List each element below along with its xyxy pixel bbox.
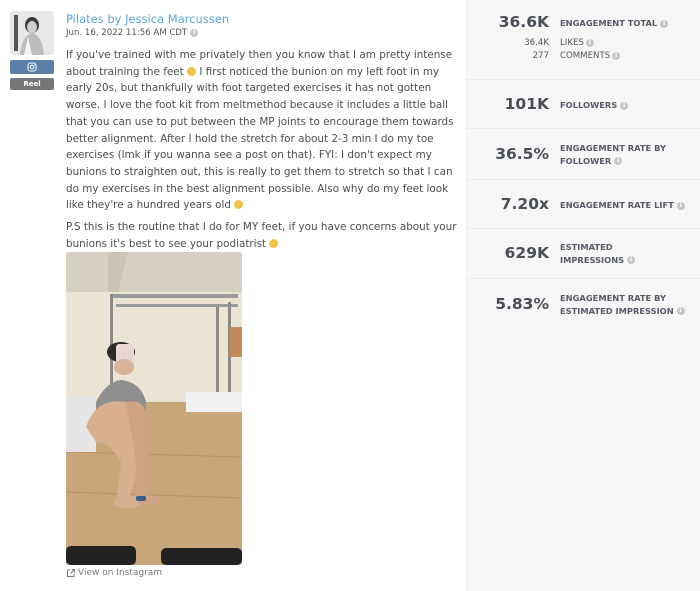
label-text: ENGAGEMENT TOTAL	[560, 18, 658, 28]
info-icon[interactable]: i	[190, 29, 199, 37]
instagram-icon	[27, 62, 37, 72]
engagement-rate-follower-value: 36.5%	[495, 145, 549, 163]
view-on-instagram-link[interactable]: View on Instagram	[66, 568, 162, 578]
engagement-rate-lift-value: 7.20x	[500, 195, 549, 213]
platform-badge	[10, 60, 54, 74]
post-media-thumbnail[interactable]	[66, 252, 242, 565]
label-text: ENGAGEMENT RATE BY	[560, 143, 666, 153]
external-link-icon	[67, 569, 75, 577]
comments-label: COMMENTS i	[560, 51, 621, 61]
timestamp-text: Jun. 16, 2022 11:56 AM CDT	[66, 28, 188, 38]
info-icon[interactable]: i	[676, 201, 685, 210]
label-text: IMPRESSIONS	[560, 254, 625, 265]
engagement-rate-impression-value: 5.83%	[495, 295, 549, 313]
followers-label: FOLLOWERS i	[560, 99, 695, 112]
estimated-impressions-label: ESTIMATED IMPRESSIONS i	[560, 241, 695, 266]
post-timestamp: Jun. 16, 2022 11:56 AM CDT i	[66, 28, 199, 38]
likes-value: 36.4K	[524, 38, 549, 48]
stat-engagement-rate-impression: 5.83% ENGAGEMENT RATE BY ESTIMATED IMPRES…	[467, 279, 700, 333]
info-icon[interactable]: i	[660, 19, 669, 28]
info-icon[interactable]: i	[627, 256, 636, 264]
author-name-link[interactable]: Pilates by Jessica Marcussen	[66, 12, 229, 26]
grinning-emoji-icon	[187, 66, 197, 76]
info-icon[interactable]: i	[612, 52, 621, 60]
info-icon[interactable]: i	[620, 101, 629, 110]
label-text: ESTIMATED IMPRESSION	[560, 305, 674, 316]
label-text: LIKES	[560, 38, 584, 48]
estimated-impressions-value: 629K	[504, 244, 549, 262]
stat-engagement-rate-lift: 7.20x ENGAGEMENT RATE LIFT i	[467, 180, 700, 229]
label-text: ENGAGEMENT RATE BY	[560, 293, 666, 303]
info-icon[interactable]: i	[614, 157, 623, 165]
engagement-rate-lift-label: ENGAGEMENT RATE LIFT i	[560, 199, 695, 212]
caption-paragraph: If you've trained with me privately then…	[66, 47, 458, 214]
info-icon[interactable]: i	[676, 307, 685, 315]
grimacing-emoji-icon	[269, 238, 279, 248]
label-text: COMMENTS	[560, 51, 611, 61]
comments-value: 277	[532, 51, 549, 61]
engagement-rate-impression-label: ENGAGEMENT RATE BY ESTIMATED IMPRESSION i	[560, 292, 695, 317]
stats-panel: 36.6K ENGAGEMENT TOTAL i 36.4K LIKES i 27…	[466, 0, 700, 591]
caption-text: I first noticed the bunion on my left fo…	[66, 65, 454, 212]
engagement-rate-follower-label: ENGAGEMENT RATE BY FOLLOWER i	[560, 142, 695, 167]
stat-engagement-rate-follower: 36.5% ENGAGEMENT RATE BY FOLLOWER i	[467, 129, 700, 180]
label-text: ESTIMATED	[560, 242, 613, 252]
post-caption: If you've trained with me privately then…	[66, 47, 458, 257]
view-link-label: View on Instagram	[78, 568, 163, 578]
author-avatar[interactable]	[10, 11, 54, 55]
followers-value: 101K	[504, 95, 549, 113]
flushed-emoji-icon	[234, 200, 244, 210]
post-panel: Reel Pilates by Jessica Marcussen Jun. 1…	[0, 0, 466, 591]
stat-followers: 101K FOLLOWERS i	[467, 80, 700, 129]
label-text: FOLLOWERS	[560, 100, 618, 110]
likes-label: LIKES i	[560, 38, 594, 48]
stat-estimated-impressions: 629K ESTIMATED IMPRESSIONS i	[467, 229, 700, 279]
post-type-badge: Reel	[10, 78, 54, 90]
caption-paragraph: P.S this is the routine that I do for MY…	[66, 219, 458, 252]
caption-text: P.S this is the routine that I do for MY…	[66, 221, 457, 250]
label-text: FOLLOWER	[560, 155, 612, 166]
engagement-total-value: 36.6K	[498, 13, 549, 31]
label-text: ENGAGEMENT RATE LIFT	[560, 200, 674, 210]
engagement-total-label: ENGAGEMENT TOTAL i	[560, 17, 695, 30]
info-icon[interactable]: i	[585, 39, 594, 47]
stat-engagement-total: 36.6K ENGAGEMENT TOTAL i 36.4K LIKES i 27…	[467, 0, 700, 80]
